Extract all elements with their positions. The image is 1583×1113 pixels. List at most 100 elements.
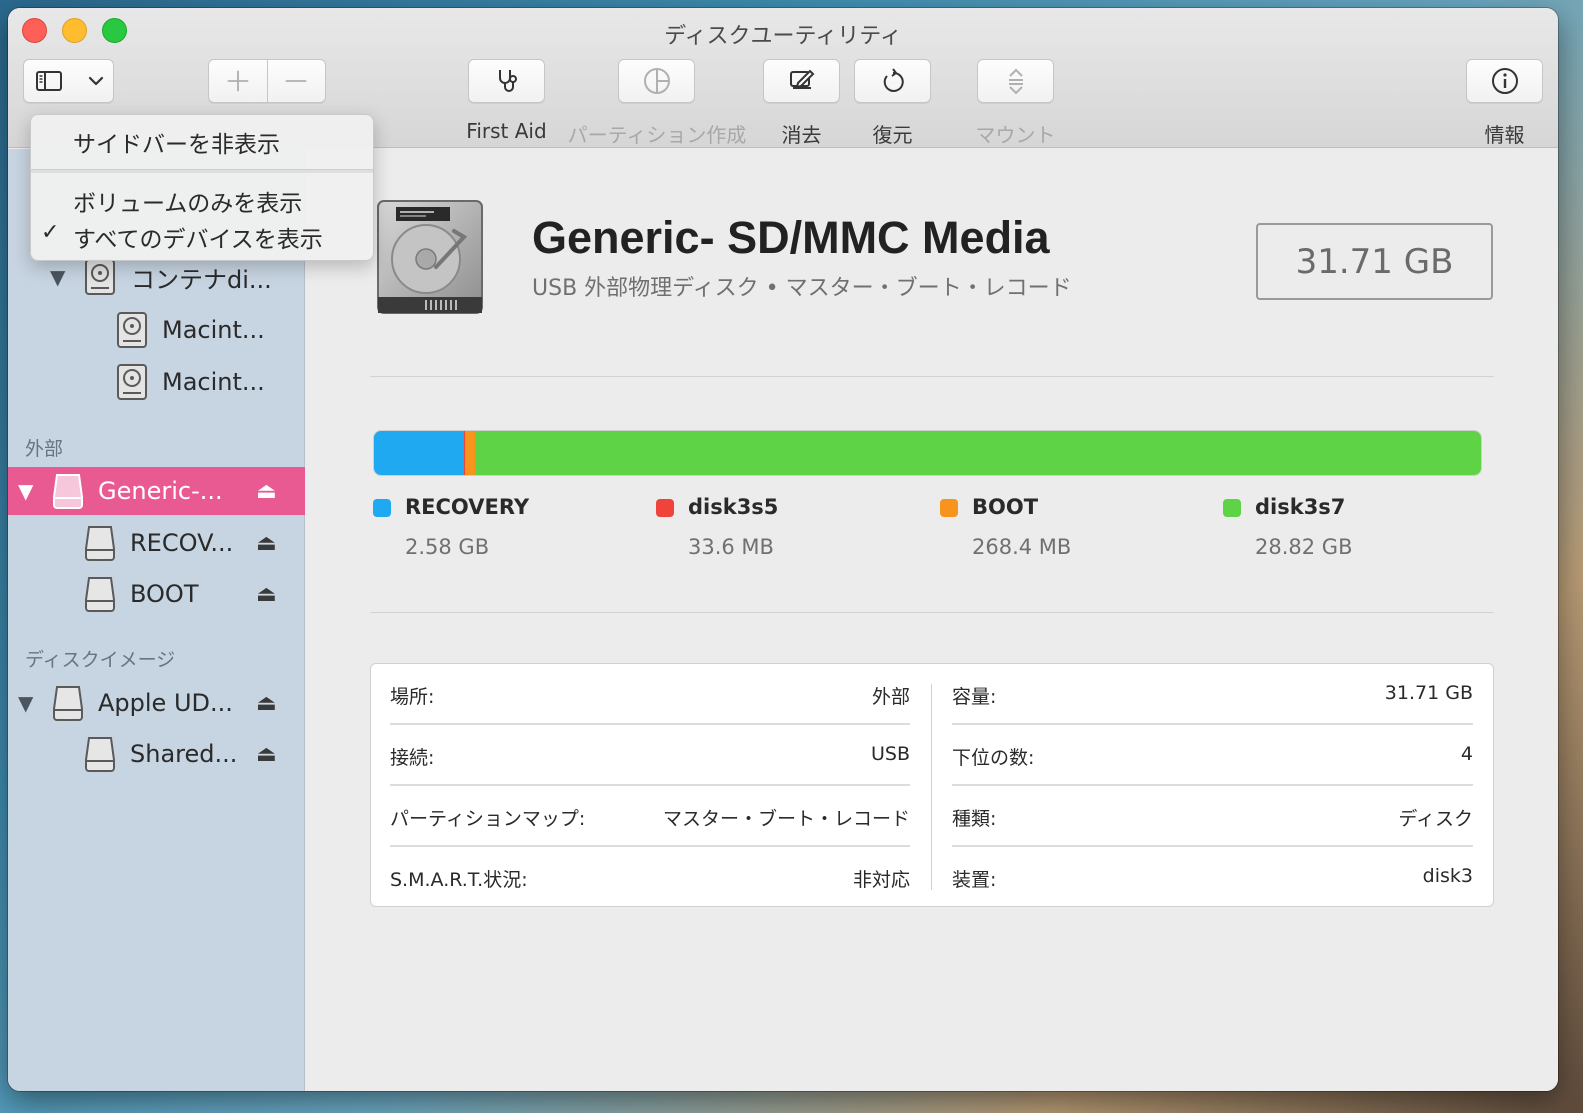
info-row: 容量: 31.71 GB (952, 664, 1473, 725)
info-value: 31.71 GB (1384, 682, 1473, 704)
partition-segment-disk3s7[interactable] (474, 431, 1481, 475)
info-icon (1491, 68, 1518, 94)
legend-partition-name: RECOVERY (405, 495, 530, 519)
sidebar-section-disk-images: ディスクイメージ (25, 649, 176, 671)
legend-partition-name: disk3s7 (1255, 495, 1346, 519)
minus-icon[interactable] (282, 67, 310, 95)
legend-partition-size: 28.82 GB (1255, 535, 1353, 559)
device-name: Generic- SD/MMC Media (532, 212, 1050, 263)
sidebar-item-label: BOOT (130, 580, 199, 608)
sidebar-item-label: Macint... (162, 368, 265, 396)
legend-color-swatch (373, 499, 391, 517)
first-aid-button[interactable] (468, 59, 545, 103)
legend-color-swatch (656, 499, 674, 517)
menu-separator (31, 169, 373, 173)
disclosure-triangle-icon[interactable]: ▼ (18, 479, 33, 503)
menu-item-hide-sidebar[interactable]: サイドバーを非表示 (73, 125, 280, 159)
info-table: 場所: 外部接続: USB パーティションマップ: マスター・ブート・レコード S.M.A… (370, 663, 1494, 907)
sidebar-item-generic-device[interactable]: ▼ Generic-... ⏏ (8, 467, 305, 515)
checkmark-icon: ✓ (41, 220, 60, 245)
eject-icon[interactable]: ⏏ (256, 691, 277, 716)
sidebar-item-label: Macint... (162, 316, 265, 344)
info-column-left: 場所: 外部接続: USB パーティションマップ: マスター・ブート・レコード S.M.A… (390, 664, 910, 906)
info-key: S.M.A.R.T.状況: (390, 869, 528, 891)
partition-label: パーティション作成 (567, 123, 747, 147)
partition-usage-bar (373, 430, 1482, 476)
divider (370, 612, 1494, 613)
hard-disk-icon (85, 259, 115, 295)
external-disk-icon (85, 737, 115, 772)
hard-drive-icon (377, 200, 483, 314)
legend-partition-size: 2.58 GB (405, 535, 490, 559)
info-row: パーティションマップ: マスター・ブート・レコード (390, 786, 910, 847)
sidebar-item-volume[interactable]: Macint... (8, 357, 305, 407)
partition-segment-boot[interactable] (465, 431, 475, 475)
hard-disk-icon (117, 364, 147, 400)
window-title: ディスクユーティリティ (664, 24, 902, 49)
sidebar-item-shared[interactable]: Shared... ⏏ (8, 729, 305, 779)
mount-icon (1008, 68, 1023, 95)
info-row: 種類: ディスク (952, 786, 1473, 847)
disclosure-triangle-icon[interactable]: ▼ (18, 691, 33, 715)
main-content: Generic- SD/MMC Media USB 外部物理ディスク • マスタ… (306, 149, 1558, 1091)
menu-item-show-volumes-only[interactable]: ボリュームのみを表示 (73, 184, 302, 218)
sidebar-item-volume[interactable]: Macint... (8, 305, 305, 355)
external-disk-icon (85, 577, 115, 612)
mount-button[interactable] (977, 59, 1054, 103)
sidebar-view-button[interactable] (23, 59, 114, 103)
plus-icon[interactable] (224, 67, 252, 95)
mount-label: マウント (975, 123, 1056, 147)
disclosure-triangle-icon[interactable]: ▼ (50, 265, 65, 289)
sidebar-toggle-icon (36, 71, 62, 91)
info-key: パーティションマップ: (390, 808, 586, 830)
restore-arrow-icon (883, 68, 904, 92)
info-button[interactable] (1466, 59, 1543, 103)
legend-partition-size: 268.4 MB (972, 535, 1072, 559)
restore-label: 復元 (872, 123, 913, 147)
chevron-down-icon (88, 76, 104, 86)
view-options-menu: サイドバーを非表示 ボリュームのみを表示 ✓ すべてのデバイスを表示 (30, 114, 374, 261)
external-disk-icon (53, 474, 83, 509)
info-column-right: 容量: 31.71 GB 下位の数: 4 種類: ディスク 装置: disk3 (952, 664, 1473, 906)
eject-icon[interactable]: ⏏ (256, 582, 277, 607)
sidebar-section-external: 外部 (25, 438, 64, 460)
sidebar-item-recovery[interactable]: RECOV... ⏏ (8, 518, 305, 568)
sidebar-item-apple-udif[interactable]: ▼ Apple UD... ⏏ (8, 678, 305, 728)
partition-button[interactable] (618, 59, 695, 103)
device-capacity: 31.71 GB (1256, 223, 1493, 300)
hard-disk-icon (117, 312, 147, 348)
info-value: ディスク (1398, 808, 1473, 830)
sidebar-item-label: Generic-... (98, 477, 223, 505)
erase-pencil-icon (789, 69, 814, 89)
partition-segment-recovery[interactable] (374, 431, 465, 475)
info-value: USB (870, 743, 910, 765)
external-disk-icon (53, 686, 83, 721)
sidebar: ▼ コンテナdi... Macint... Macint... 外部 ▼ Gen… (8, 149, 305, 1091)
erase-button[interactable] (763, 59, 840, 103)
info-value: マスター・ブート・レコード (662, 808, 910, 830)
device-subtitle: USB 外部物理ディスク • マスター・ブート・レコード (532, 276, 1072, 301)
stethoscope-icon (498, 70, 517, 92)
eject-icon[interactable]: ⏏ (256, 531, 277, 556)
sidebar-item-boot[interactable]: BOOT ⏏ (8, 569, 305, 619)
sidebar-item-label: Shared... (130, 740, 238, 768)
restore-button[interactable] (854, 59, 931, 103)
external-disk-icon (85, 526, 115, 561)
add-remove-volume-control (208, 59, 326, 103)
eject-icon[interactable]: ⏏ (256, 742, 277, 767)
info-row: 下位の数: 4 (952, 725, 1473, 786)
sidebar-item-label: RECOV... (130, 529, 234, 557)
info-key: 容量: (952, 686, 997, 708)
info-key: 接続: (390, 747, 435, 769)
eject-icon[interactable]: ⏏ (256, 479, 277, 504)
divider (370, 376, 1494, 377)
column-divider (931, 684, 932, 890)
info-row: 装置: disk3 (952, 847, 1473, 908)
legend-color-swatch (1223, 499, 1241, 517)
info-label: 情報 (1484, 123, 1525, 147)
menu-item-show-all-devices[interactable]: すべてのデバイスを表示 (73, 220, 323, 254)
info-value: 4 (1460, 743, 1473, 765)
legend-partition-name: BOOT (972, 495, 1039, 519)
info-row: 場所: 外部 (390, 664, 910, 725)
info-key: 場所: (390, 686, 435, 708)
